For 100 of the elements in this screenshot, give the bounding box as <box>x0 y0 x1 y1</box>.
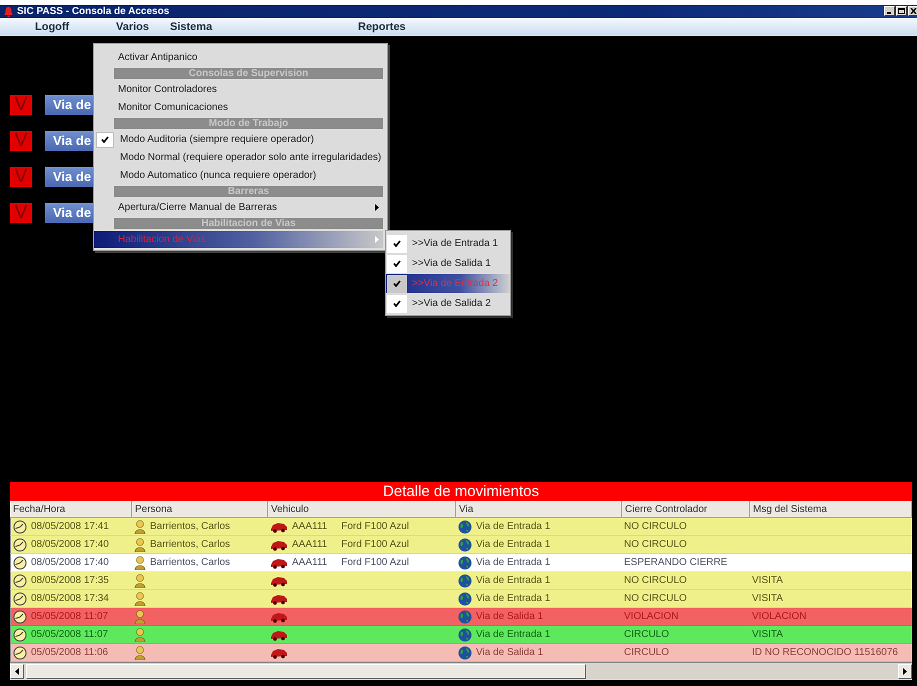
closure-status: NO CIRCULO <box>624 521 687 532</box>
clock-icon <box>13 556 27 570</box>
menu-bar-item[interactable]: Reportes <box>358 20 438 33</box>
lane-name: Via de Entrada 1 <box>476 629 550 640</box>
clock-icon <box>13 538 27 552</box>
system-message: VISITA <box>752 629 783 640</box>
table-title-bar: Detalle de movimientos <box>10 482 912 501</box>
car-icon <box>270 574 288 586</box>
plate-number: AAA111 <box>292 539 328 550</box>
maximize-icon <box>898 8 905 14</box>
car-icon <box>270 646 288 658</box>
left-arrow-icon <box>15 668 19 675</box>
lane-button[interactable]: Via de <box>45 130 93 151</box>
column-header[interactable]: Msg del Sistema <box>750 501 912 518</box>
plate-number: AAA111 <box>292 557 328 568</box>
menu-bar-item[interactable]: Varios <box>116 20 170 33</box>
person-name: Barrientos, Carlos <box>150 539 230 550</box>
column-header[interactable]: Persona <box>132 501 268 518</box>
date-time-text: 05/05/2008 11:06 <box>31 647 108 658</box>
alarm-bell-icon <box>4 6 13 17</box>
date-time-text: 08/05/2008 17:34 <box>31 593 109 604</box>
person-icon <box>134 520 146 534</box>
system-message: VIOLACION <box>752 611 806 622</box>
scrollbar-thumb[interactable] <box>26 664 586 679</box>
horizontal-scrollbar[interactable] <box>10 662 912 680</box>
column-header[interactable]: Via <box>456 501 622 518</box>
lane-button[interactable]: Via de <box>45 166 93 187</box>
menu-item[interactable]: Activar Antipanico <box>94 49 383 66</box>
person-icon <box>134 574 146 588</box>
vehicle-model: Ford F100 Azul <box>341 539 410 550</box>
column-header[interactable]: Cierre Controlador <box>622 501 750 518</box>
menu-item[interactable]: Monitor Comunicaciones <box>94 99 383 116</box>
clock-icon <box>13 574 27 588</box>
person-icon <box>134 556 146 570</box>
globe-icon <box>458 592 472 606</box>
globe-icon <box>458 556 472 570</box>
person-icon <box>134 538 146 552</box>
globe-icon <box>458 574 472 588</box>
system-message: ID NO RECONOCIDO 11516076 <box>752 647 898 658</box>
column-header[interactable]: Fecha/Hora <box>10 501 132 518</box>
car-icon <box>270 556 288 568</box>
system-message: VISITA <box>752 593 783 604</box>
car-icon <box>270 520 288 532</box>
right-arrow-icon <box>903 668 907 675</box>
lane-name: Via de Entrada 1 <box>476 557 550 568</box>
globe-icon <box>458 610 472 624</box>
clock-icon <box>13 592 27 606</box>
clock-icon <box>13 610 27 624</box>
lane-button[interactable]: Via de <box>45 202 93 223</box>
closure-status: NO CIRCULO <box>624 575 687 586</box>
menu-section-header: Modo de Trabajo <box>114 118 383 129</box>
car-icon <box>270 538 288 550</box>
menu-bar-item[interactable]: Sistema <box>170 20 358 33</box>
closure-status: ESPERANDO CIERRE <box>624 557 728 568</box>
closure-status: NO CIRCULO <box>624 593 687 604</box>
submenu-arrow-icon <box>375 236 379 243</box>
menu-item[interactable]: Monitor Controladores <box>94 81 383 98</box>
lane-name: Via de Entrada 1 <box>476 593 550 604</box>
lane-name: Via de Entrada 1 <box>476 521 550 532</box>
date-time-text: 05/05/2008 11:07 <box>31 611 108 622</box>
submenu-item[interactable]: >>Via de Salida 2 <box>386 294 510 313</box>
alert-badge: V <box>10 166 32 187</box>
closure-status: CIRCULO <box>624 629 670 640</box>
clock-icon <box>13 646 27 660</box>
car-icon <box>270 610 288 622</box>
date-time-text: 08/05/2008 17:40 <box>31 557 109 568</box>
column-header[interactable]: Vehiculo <box>268 501 456 518</box>
menu-bar-item[interactable]: Logoff <box>35 20 116 33</box>
vehicle-model: Ford F100 Azul <box>341 557 410 568</box>
submenu-item[interactable]: >>Via de Entrada 1 <box>386 234 510 253</box>
lane-name: Via de Entrada 1 <box>476 575 550 586</box>
vehicle-model: Ford F100 Azul <box>341 521 410 532</box>
date-time-text: 05/05/2008 11:07 <box>31 629 108 640</box>
menu-item[interactable]: Modo Automatico (nunca requiere operador) <box>94 167 383 184</box>
menu-item[interactable]: Apertura/Cierre Manual de Barreras <box>94 199 383 216</box>
system-message: VISITA <box>752 575 783 586</box>
minimize-button[interactable] <box>884 6 895 16</box>
check-icon <box>101 136 109 143</box>
clock-icon <box>13 628 27 642</box>
menu-item[interactable]: Modo Normal (requiere operador solo ante irregularidades) <box>94 149 383 166</box>
date-time-text: 08/05/2008 17:40 <box>31 539 109 550</box>
close-button[interactable] <box>908 6 917 16</box>
globe-icon <box>458 520 472 534</box>
submenu-arrow-icon <box>375 204 379 211</box>
globe-icon <box>458 538 472 552</box>
car-icon <box>270 628 288 640</box>
date-time-text: 08/05/2008 17:41 <box>31 521 109 532</box>
person-icon <box>134 646 146 660</box>
lane-name: Via de Salida 1 <box>476 647 544 658</box>
scroll-left-button[interactable] <box>10 664 24 679</box>
maximize-button[interactable] <box>896 6 907 16</box>
lane-button[interactable]: Via de <box>45 94 93 115</box>
closure-status: NO CIRCULO <box>624 539 687 550</box>
car-icon <box>270 592 288 604</box>
submenu-item[interactable]: >>Via de Salida 1 <box>386 254 510 273</box>
menu-section-header: Consolas de Supervision <box>114 68 383 79</box>
menu-item[interactable]: Modo Auditoria (siempre requiere operador) <box>94 131 383 148</box>
scroll-right-button[interactable] <box>898 664 912 679</box>
alert-badge: V <box>10 94 32 115</box>
check-icon <box>393 260 401 267</box>
